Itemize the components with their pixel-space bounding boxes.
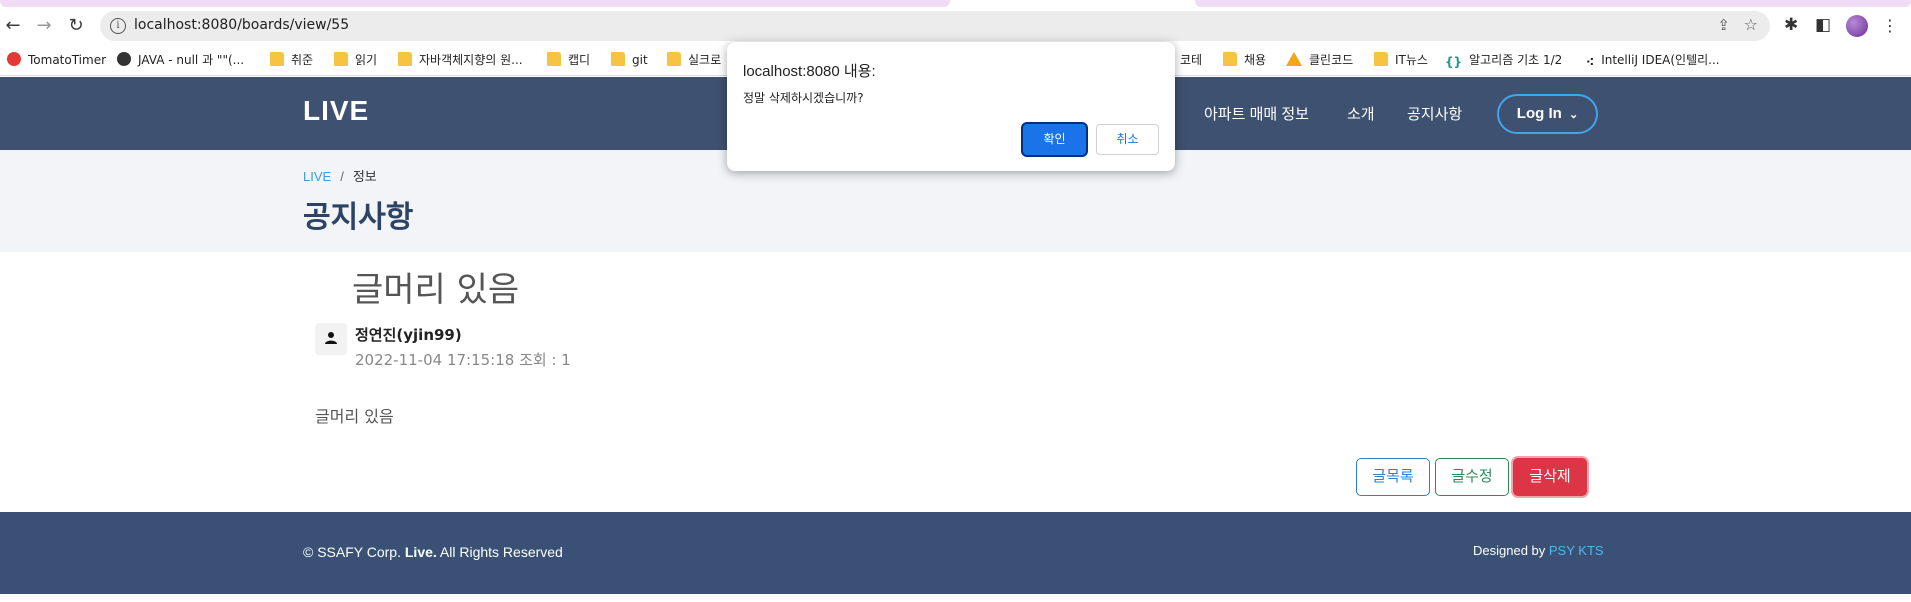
breadcrumb-separator: / — [340, 169, 344, 184]
confirm-ok-button[interactable]: 확인 — [1023, 124, 1086, 155]
delete-button[interactable]: 글삭제 — [1513, 458, 1587, 496]
bookmark-item[interactable]: 자바객체지향의 원... — [398, 51, 523, 69]
designer-link[interactable]: PSY KTS — [1549, 543, 1604, 558]
nav-notice[interactable]: 공지사항 — [1407, 103, 1462, 124]
bookmark-item[interactable]: 캡디 — [547, 51, 590, 69]
nav-apartment-trade[interactable]: 아파트 매매 정보 — [1204, 103, 1309, 124]
browser-menu-icon[interactable]: ⋮ — [1882, 16, 1898, 35]
site-info-icon[interactable]: i — [110, 18, 126, 34]
url-text[interactable]: localhost:8080/boards/view/55 — [134, 17, 349, 33]
nav-about[interactable]: 소개 — [1347, 103, 1375, 124]
article-body: 글머리 있음 — [315, 407, 394, 426]
dialog-title: localhost:8080 내용: — [743, 63, 876, 80]
article-title: 글머리 있음 — [352, 270, 520, 310]
share-icon[interactable]: ⇪ — [1717, 16, 1730, 34]
bookmark-item[interactable]: 채용 — [1223, 51, 1266, 69]
site-logo[interactable]: LIVE — [303, 95, 369, 127]
tomato-icon — [7, 52, 21, 66]
site-footer: © SSAFY Corp. Live. All Rights Reserved … — [0, 512, 1911, 594]
list-button[interactable]: 글목록 — [1356, 458, 1430, 496]
reload-icon[interactable]: ↻ — [65, 15, 87, 37]
bookmark-item[interactable]: TomatoTimer — [7, 51, 106, 69]
page-title: 공지사항 — [303, 200, 414, 235]
folder-icon — [667, 52, 681, 66]
bookmark-item[interactable]: IT뉴스 — [1374, 51, 1428, 69]
breadcrumb-current: 정보 — [352, 169, 377, 184]
back-icon[interactable]: ← — [2, 15, 24, 37]
bookmark-star-icon[interactable]: ☆ — [1744, 15, 1758, 34]
bookmark-item[interactable]: git — [611, 51, 648, 69]
dots-icon: ⁖ — [1586, 55, 1595, 69]
copyright: © SSAFY Corp. Live. All Rights Reserved — [303, 544, 563, 560]
tab-strip — [0, 0, 1911, 8]
edit-button[interactable]: 글수정 — [1435, 458, 1509, 496]
folder-icon — [547, 52, 561, 66]
folder-icon — [334, 52, 348, 66]
active-tab-edge[interactable] — [0, 0, 950, 7]
bookmark-item[interactable]: 취준 — [270, 51, 313, 69]
breadcrumb: LIVE / 정보 — [303, 166, 377, 185]
author-name: 정연진(yjin99) — [355, 326, 462, 344]
bookmark-item[interactable]: ⁖ IntelliJ IDEA(인텔리... — [1586, 51, 1720, 69]
side-panel-icon[interactable]: ◧ — [1815, 15, 1831, 35]
confirm-dialog: localhost:8080 내용: 정말 삭제하시겠습니까? 확인 취소 — [727, 42, 1175, 171]
breadcrumb-home[interactable]: LIVE — [303, 169, 331, 184]
bookmark-item[interactable]: 코테 — [1180, 51, 1202, 69]
confirm-cancel-button[interactable]: 취소 — [1096, 124, 1159, 155]
forward-icon[interactable]: → — [33, 15, 55, 37]
designed-by: Designed by PSY KTS — [1473, 543, 1604, 558]
folder-icon — [398, 52, 412, 66]
bookmark-item[interactable]: 클린코드 — [1286, 51, 1353, 69]
code-icon: {} — [1445, 55, 1463, 69]
chevron-down-icon: ⌄ — [1568, 109, 1579, 121]
warning-icon — [1286, 52, 1302, 66]
bookmark-item[interactable]: 실크로 — [667, 51, 721, 69]
folder-icon — [1223, 52, 1237, 66]
folder-icon — [1374, 52, 1388, 66]
dialog-message: 정말 삭제하시겠습니까? — [743, 91, 864, 105]
bookmark-item[interactable]: {} 알고리즘 기초 1/2 — [1445, 51, 1562, 69]
other-tab-edge[interactable] — [1195, 0, 1911, 7]
folder-icon — [270, 52, 284, 66]
bookmark-item[interactable]: 읽기 — [334, 51, 377, 69]
globe-icon — [117, 52, 131, 66]
folder-icon — [611, 52, 625, 66]
extensions-icon[interactable]: ✱ — [1784, 15, 1798, 35]
login-button[interactable]: Log In ⌄ — [1497, 94, 1598, 134]
post-meta: 2022-11-04 17:15:18 조회 : 1 — [355, 351, 571, 369]
address-bar[interactable]: i localhost:8080/boards/view/55 ⇪ ☆ — [100, 11, 1770, 41]
browser-toolbar: ← → ↻ i localhost:8080/boards/view/55 ⇪ … — [0, 8, 1911, 44]
user-icon — [315, 323, 347, 355]
bookmark-item[interactable]: JAVA - null 과 ""(... — [117, 51, 244, 69]
profile-avatar[interactable] — [1846, 15, 1868, 37]
